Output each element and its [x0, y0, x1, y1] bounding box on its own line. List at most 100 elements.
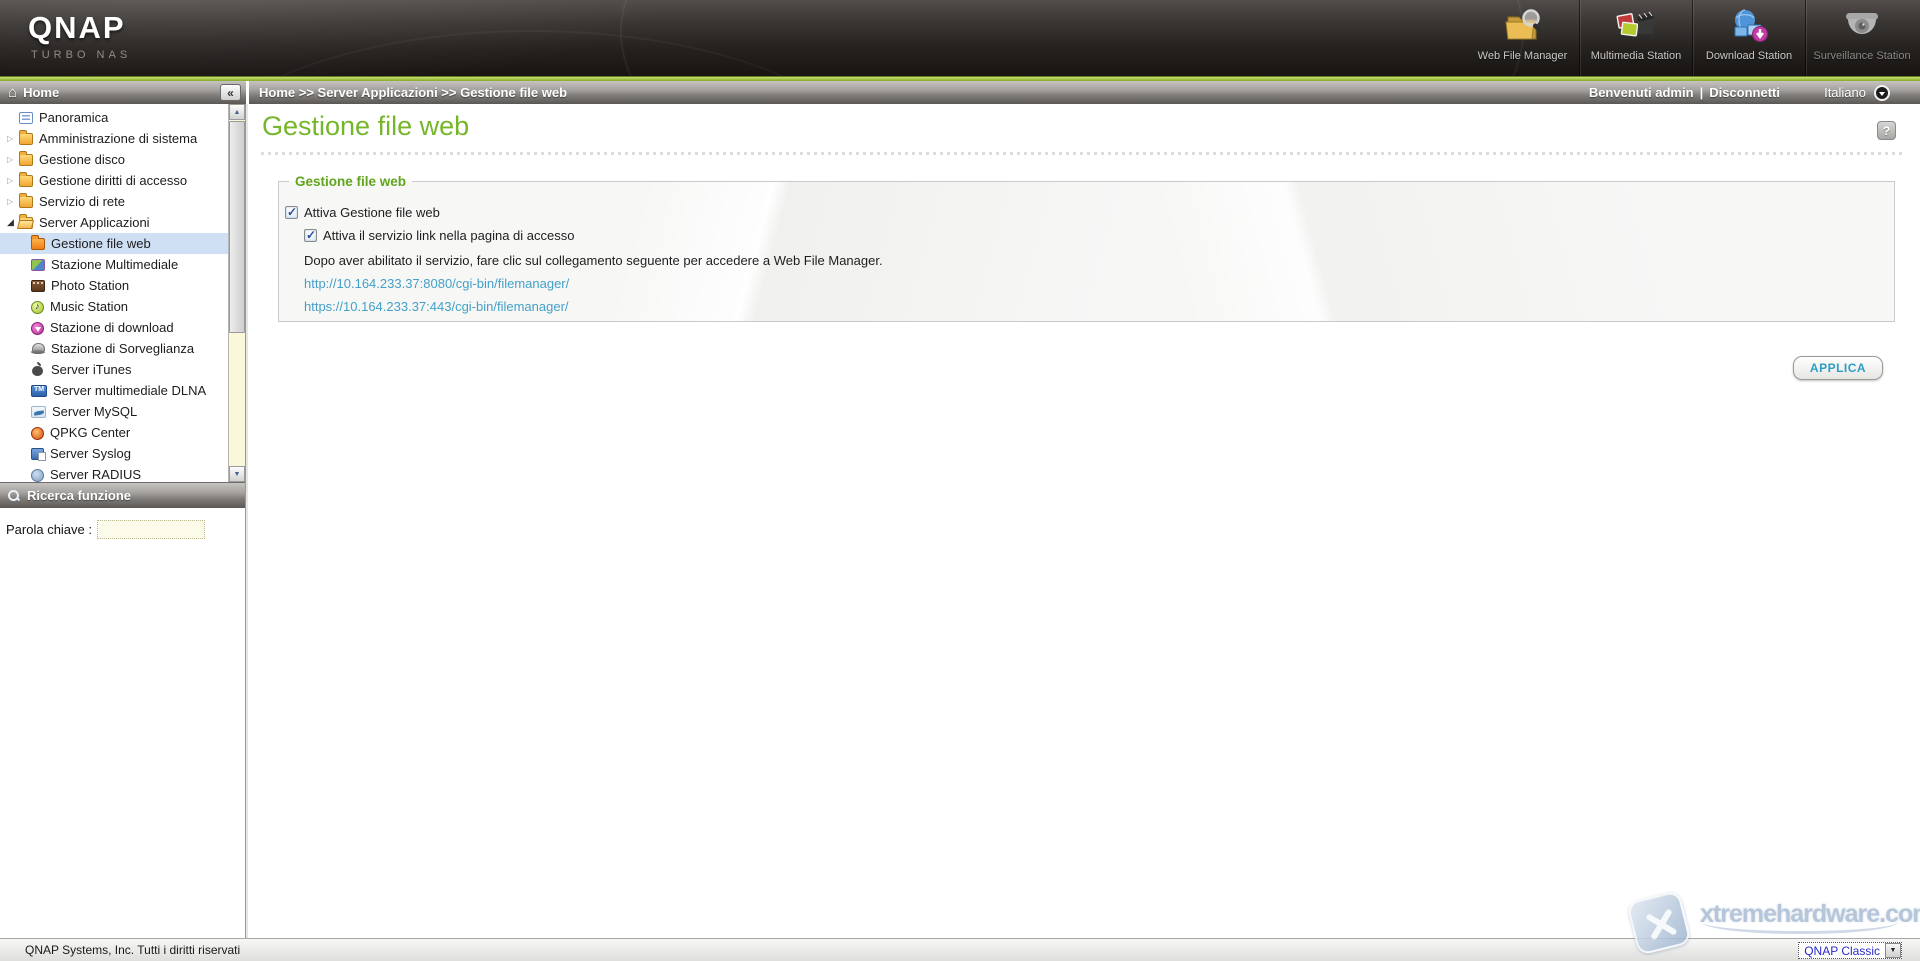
sidebar-item-amministrazione-di-sistema[interactable]: Amministrazione di sistema	[0, 128, 228, 149]
sidebar-item-label: Server RADIUS	[50, 467, 141, 482]
welcome-text: Benvenuti admin	[1589, 85, 1694, 100]
session-separator: |	[1700, 85, 1704, 100]
instruction-text: Dopo aver abilitato il servizio, fare cl…	[304, 253, 883, 268]
logout-link[interactable]: Disconnetti	[1709, 85, 1780, 100]
sidebar-item-stazione-multimediale[interactable]: Stazione Multimediale	[0, 254, 228, 275]
enable-web-file-manager-checkbox[interactable]	[285, 206, 298, 219]
station-surveillance[interactable]: Surveillance Station	[1805, 0, 1918, 76]
sidebar-item-label: Server Syslog	[50, 446, 131, 461]
surveillance-station-icon	[1839, 4, 1885, 50]
sidebar-item-server-radius[interactable]: Server RADIUS	[0, 464, 228, 482]
download-station-icon	[1728, 4, 1770, 50]
page-title: Gestione file web	[262, 111, 469, 142]
sidebar-item-server-mysql[interactable]: Server MySQL	[0, 401, 228, 422]
dlna-icon	[31, 385, 47, 397]
tree-scrollbar[interactable]: ▲ ▼	[228, 104, 245, 482]
web-file-manager-icon	[1502, 4, 1544, 50]
sidebar-item-server-multimediale-dlna[interactable]: Server multimediale DLNA	[0, 380, 228, 401]
sidebar-item-qpkg-center[interactable]: QPKG Center	[0, 422, 228, 443]
mysql-icon	[31, 406, 46, 418]
sidebar-item-music-station[interactable]: Music Station	[0, 296, 228, 317]
radius-icon	[31, 469, 44, 482]
sidebar-item-label: Gestione disco	[39, 152, 125, 167]
footer-bar: QNAP Systems, Inc. Tutti i diritti riser…	[0, 938, 1920, 961]
expand-arrow-icon[interactable]	[7, 155, 19, 164]
language-label: Italiano	[1824, 85, 1866, 100]
camera-icon	[31, 343, 45, 355]
sidebar: Panoramica Amministrazione di sistema Ge…	[0, 104, 246, 938]
search-icon	[8, 490, 20, 502]
photo-station-icon	[31, 280, 45, 292]
breadcrumb[interactable]: Home >> Server Applicazioni >> Gestione …	[249, 85, 567, 100]
language-dropdown-icon[interactable]	[1874, 85, 1890, 101]
music-icon	[31, 301, 44, 314]
search-panel-title: Ricerca funzione	[27, 488, 131, 503]
session-info: Benvenuti admin | Disconnetti	[1589, 81, 1780, 104]
sidebar-item-gestione-disco[interactable]: Gestione disco	[0, 149, 228, 170]
checkbox-label[interactable]: Attiva il servizio link nella pagina di …	[323, 228, 574, 243]
apply-button[interactable]: APPLICA	[1793, 356, 1883, 380]
qpkg-icon	[31, 427, 44, 440]
http-filemanager-link[interactable]: http://10.164.233.37:8080/cgi-bin/filema…	[304, 276, 569, 291]
folder-icon	[19, 133, 33, 145]
web-file-settings-group: Gestione file web Attiva Gestione file w…	[278, 174, 1895, 322]
keyword-input[interactable]	[97, 520, 205, 539]
download-icon	[31, 322, 44, 335]
folder-icon	[19, 175, 33, 187]
sidebar-item-label: Server Applicazioni	[39, 215, 150, 230]
chevron-down-icon[interactable]: ▼	[1885, 943, 1901, 958]
language-selector[interactable]: Italiano	[1824, 81, 1890, 104]
sidebar-item-gestione-file-web[interactable]: Gestione file web	[0, 233, 228, 254]
sidebar-item-label: Stazione di Sorveglianza	[51, 341, 194, 356]
help-button[interactable]: ?	[1877, 121, 1896, 140]
expand-arrow-icon[interactable]	[7, 176, 19, 185]
sidebar-item-label: Gestione file web	[51, 236, 151, 251]
checkbox-label[interactable]: Attiva Gestione file web	[304, 205, 440, 220]
expand-arrow-icon[interactable]	[7, 134, 19, 143]
top-bar: QNAP TURBO NAS Web File Manager	[0, 0, 1920, 76]
overview-icon	[19, 112, 33, 124]
station-multimedia[interactable]: Multimedia Station	[1579, 0, 1692, 76]
sidebar-panel-header: ⌂ Home «	[0, 81, 246, 104]
theme-select-value: QNAP Classic	[1799, 944, 1885, 958]
scrollbar-thumb[interactable]	[229, 121, 245, 333]
sidebar-item-server-syslog[interactable]: Server Syslog	[0, 443, 228, 464]
sidebar-item-label: Panoramica	[39, 110, 108, 125]
sidebar-item-stazione-di-sorveglianza[interactable]: Stazione di Sorveglianza	[0, 338, 228, 359]
station-label: Download Station	[1706, 50, 1792, 62]
sidebar-item-label: Gestione diritti di accesso	[39, 173, 187, 188]
orange-folder-icon	[31, 238, 45, 250]
sidebar-item-label: Servizio di rete	[39, 194, 125, 209]
copyright-text: QNAP Systems, Inc. Tutti i diritti riser…	[25, 943, 240, 957]
folder-icon	[19, 154, 33, 166]
scroll-up-icon[interactable]: ▲	[229, 104, 245, 120]
title-separator	[261, 152, 1906, 155]
keyword-label: Parola chiave :	[6, 522, 92, 537]
qnap-logo: QNAP	[28, 10, 126, 46]
sidebar-item-gestione-diritti-di-accesso[interactable]: Gestione diritti di accesso	[0, 170, 228, 191]
sidebar-item-label: Amministrazione di sistema	[39, 131, 197, 146]
station-label: Surveillance Station	[1813, 50, 1910, 62]
https-filemanager-link[interactable]: https://10.164.233.37:443/cgi-bin/filema…	[304, 299, 569, 314]
station-web-file-manager[interactable]: Web File Manager	[1466, 0, 1579, 76]
open-folder-icon	[19, 217, 33, 229]
theme-select[interactable]: QNAP Classic ▼	[1798, 942, 1902, 959]
home-icon: ⌂	[8, 86, 17, 100]
sidebar-item-label: Stazione Multimediale	[51, 257, 178, 272]
sidebar-item-label: Music Station	[50, 299, 128, 314]
sidebar-item-stazione-di-download[interactable]: Stazione di download	[0, 317, 228, 338]
sidebar-item-server-itunes[interactable]: Server iTunes	[0, 359, 228, 380]
qnap-tagline: TURBO NAS	[31, 49, 131, 61]
expand-arrow-icon[interactable]	[7, 197, 19, 206]
nav-tree: Panoramica Amministrazione di sistema Ge…	[0, 104, 245, 482]
sidebar-item-label: Server iTunes	[51, 362, 131, 377]
sidebar-collapse-button[interactable]: «	[220, 84, 241, 101]
sidebar-item-panoramica[interactable]: Panoramica	[0, 107, 228, 128]
enable-link-login-page-checkbox[interactable]	[304, 229, 317, 242]
scroll-down-icon[interactable]: ▼	[229, 466, 245, 482]
sidebar-item-servizio-di-rete[interactable]: Servizio di rete	[0, 191, 228, 212]
station-download[interactable]: Download Station	[1692, 0, 1805, 76]
multimedia-station-icon	[1613, 4, 1659, 50]
sidebar-item-server-applicazioni[interactable]: Server Applicazioni	[0, 212, 228, 233]
sidebar-item-photo-station[interactable]: Photo Station	[0, 275, 228, 296]
